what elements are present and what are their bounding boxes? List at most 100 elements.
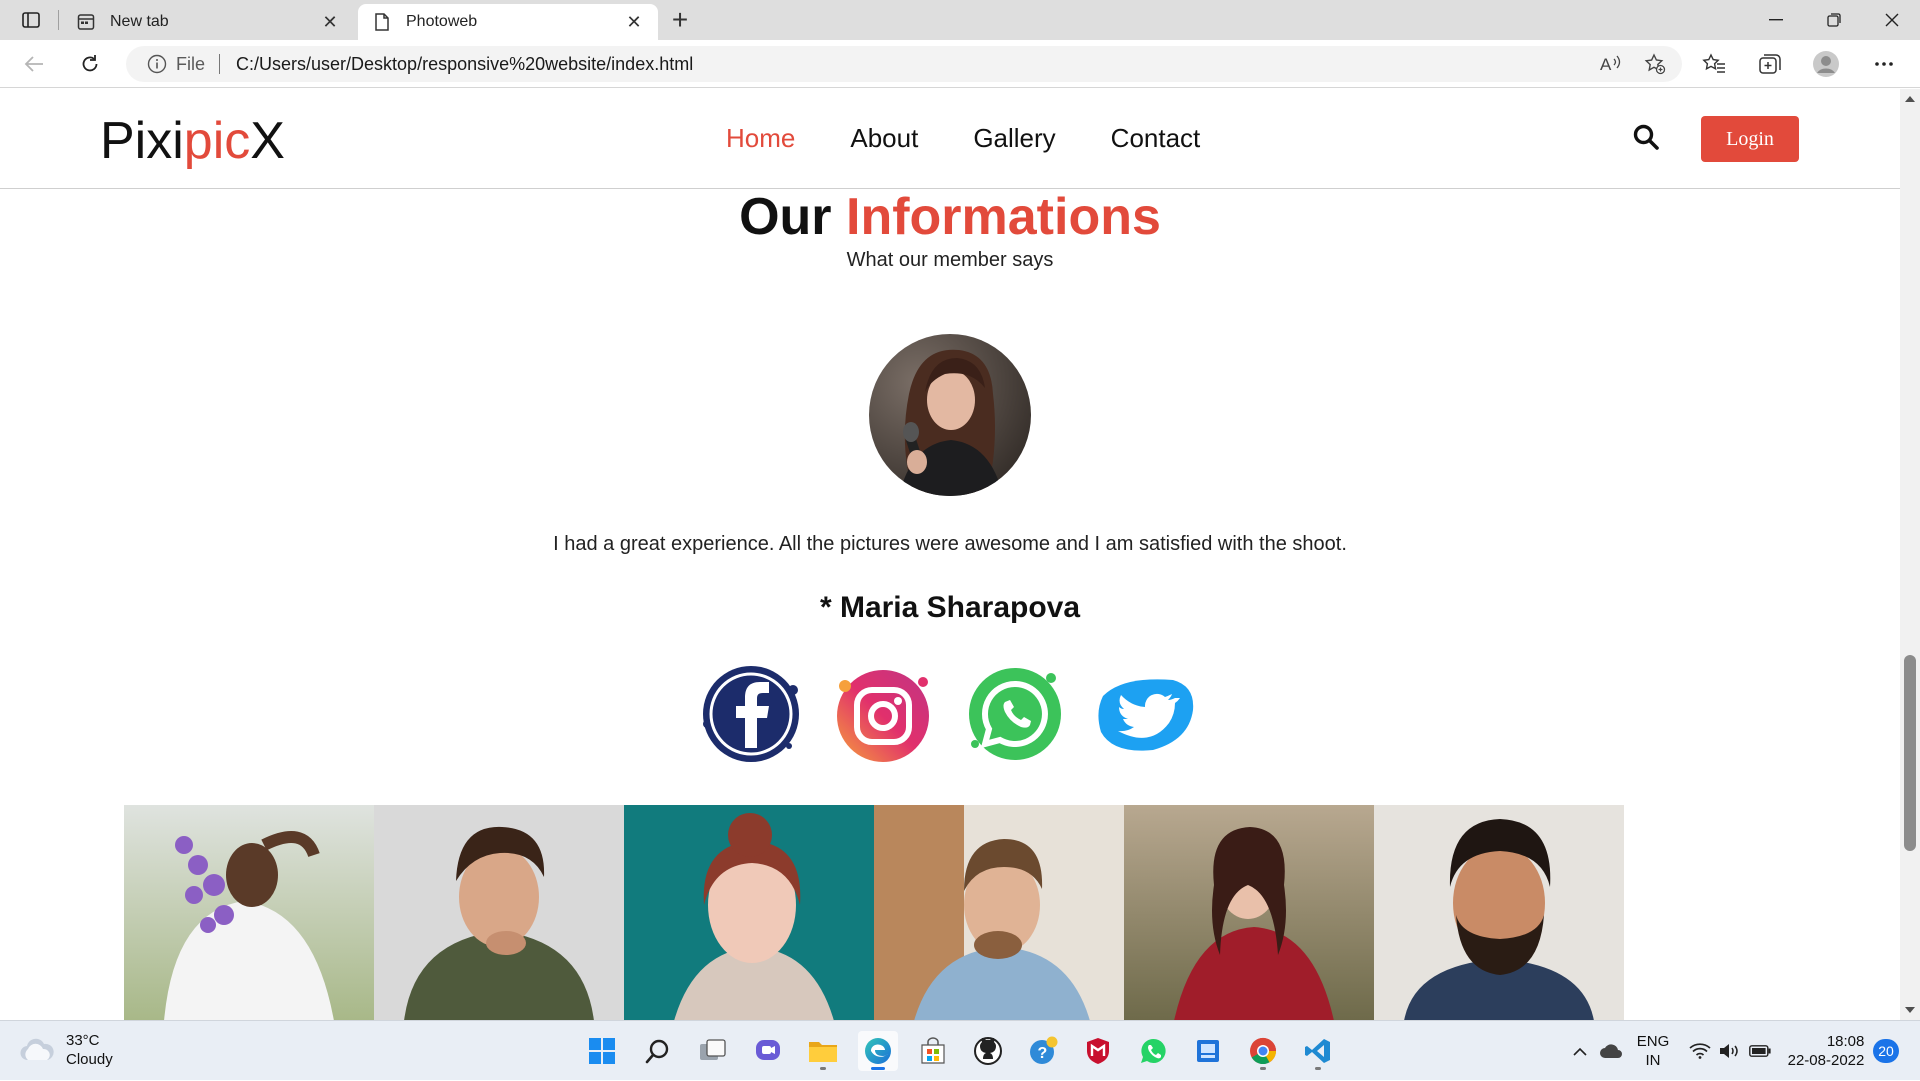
new-tab-page-icon (76, 12, 96, 32)
help-badge-icon: ? (1030, 1036, 1058, 1064)
logo-part: Pixi (100, 112, 184, 170)
wifi-icon[interactable] (1686, 1021, 1714, 1081)
shield-icon (1087, 1038, 1109, 1064)
gallery-photo[interactable] (624, 805, 874, 1020)
volume-icon[interactable] (1716, 1021, 1744, 1081)
file-explorer-button[interactable] (803, 1031, 843, 1071)
close-icon (1885, 13, 1899, 27)
weather-text: 33°C Cloudy (66, 1031, 113, 1069)
input-language-indicator[interactable]: ENG IN (1632, 1021, 1674, 1081)
restore-button[interactable] (1806, 0, 1862, 40)
whatsapp-taskbar-button[interactable] (1133, 1031, 1173, 1071)
taskbar-app-button[interactable] (1188, 1031, 1228, 1071)
task-view-button[interactable] (693, 1031, 733, 1071)
gallery-photo[interactable] (874, 805, 1124, 1020)
onedrive-icon[interactable] (1596, 1021, 1626, 1081)
site-navbar: PixipicX Home About Gallery Contact Logi… (0, 89, 1900, 189)
edge-icon (865, 1038, 891, 1064)
tab-separator (58, 10, 59, 30)
url-text[interactable]: C:/Users/user/Desktop/responsive%20websi… (236, 54, 1594, 75)
close-icon[interactable]: ✕ (624, 12, 644, 32)
title-accent-part: Informations (846, 188, 1161, 246)
profile-button[interactable] (1808, 48, 1844, 80)
minimize-button[interactable] (1748, 0, 1804, 40)
battery-icon[interactable] (1746, 1021, 1774, 1081)
tab-new-tab[interactable]: New tab ✕ (62, 4, 354, 40)
nav-contact[interactable]: Contact (1111, 123, 1201, 154)
windows-logo-icon (589, 1038, 615, 1064)
site-logo[interactable]: PixipicX (100, 111, 285, 171)
omnibox-divider (219, 54, 221, 74)
gallery-photo[interactable] (374, 805, 624, 1020)
facebook-icon[interactable] (693, 656, 809, 772)
address-bar[interactable]: File C:/Users/user/Desktop/responsive%20… (126, 46, 1682, 82)
start-button[interactable] (582, 1031, 622, 1071)
clock[interactable]: 18:08 22-08-2022 (1782, 1021, 1870, 1081)
nav-about[interactable]: About (850, 123, 918, 154)
info-icon[interactable] (146, 53, 168, 75)
running-indicator (1315, 1067, 1321, 1070)
scheme-label: File (176, 53, 206, 74)
gallery-photo[interactable] (1374, 805, 1624, 1020)
refresh-button[interactable] (72, 48, 108, 80)
cloud-icon (20, 1038, 54, 1061)
scroll-down-icon[interactable] (1900, 1002, 1920, 1018)
teams-chat-button[interactable] (748, 1031, 788, 1071)
taskbar: 33°C Cloudy ? ENG IN 18:08 22-08-2022 20 (0, 1020, 1920, 1080)
social-links (693, 656, 1213, 772)
settings-menu-button[interactable] (1866, 48, 1902, 80)
collections-icon (1759, 54, 1781, 74)
chrome-button[interactable] (1243, 1031, 1283, 1071)
close-window-button[interactable] (1864, 0, 1920, 40)
page-scrollbar[interactable] (1900, 89, 1920, 1020)
show-hidden-icons-button[interactable] (1568, 1021, 1592, 1081)
vscode-button[interactable] (1298, 1031, 1338, 1071)
section-title: Our Informations (0, 187, 1900, 247)
mcafee-button[interactable] (1078, 1031, 1118, 1071)
browser-tab-strip: New tab ✕ Photoweb ✕ + (0, 0, 1920, 40)
nav-home[interactable]: Home (726, 123, 795, 154)
search-icon (645, 1039, 669, 1064)
nav-gallery[interactable]: Gallery (973, 123, 1055, 154)
edge-browser-button[interactable] (858, 1031, 898, 1071)
instagram-icon[interactable] (825, 656, 941, 772)
weather-widget[interactable]: 33°C Cloudy (20, 1031, 113, 1069)
gallery-photo[interactable] (1124, 805, 1374, 1020)
read-aloud-icon[interactable]: A (1594, 49, 1628, 79)
lang-code: ENG (1636, 1033, 1670, 1050)
section-subtitle: What our member says (846, 249, 1054, 271)
vscode-icon (1305, 1039, 1330, 1063)
search-taskbar-button[interactable] (638, 1031, 678, 1071)
add-favorite-icon[interactable] (1638, 49, 1672, 79)
clock-time: 18:08 (1826, 1033, 1865, 1050)
logo-part: X (250, 112, 285, 170)
back-button[interactable] (16, 48, 52, 80)
favorites-button[interactable] (1696, 48, 1732, 80)
task-view-icon (700, 1039, 726, 1060)
title-part: Our (739, 188, 832, 246)
scrollbar-thumb[interactable] (1904, 655, 1916, 851)
tips-button[interactable]: ? (1023, 1031, 1063, 1071)
github-icon (974, 1037, 1002, 1065)
tab-actions-button[interactable] (14, 8, 48, 32)
twitter-icon[interactable] (1089, 656, 1205, 772)
whatsapp-icon[interactable] (957, 656, 1073, 772)
github-button[interactable] (968, 1031, 1008, 1071)
new-tab-button[interactable]: + (665, 6, 695, 36)
search-icon[interactable] (1632, 123, 1662, 153)
chat-icon (756, 1040, 780, 1060)
folder-icon (809, 1042, 837, 1062)
notification-count-badge[interactable]: 20 (1873, 1039, 1899, 1063)
close-icon[interactable]: ✕ (320, 12, 340, 32)
collections-button[interactable] (1752, 48, 1788, 80)
restore-icon (1827, 13, 1841, 27)
chrome-icon (1250, 1037, 1277, 1065)
gallery-photo[interactable] (124, 805, 374, 1020)
microsoft-store-button[interactable] (913, 1031, 953, 1071)
login-button[interactable]: Login (1701, 116, 1799, 162)
running-indicator (871, 1067, 885, 1070)
scroll-up-icon[interactable] (1900, 91, 1920, 107)
photo-gallery-strip (124, 805, 1624, 1020)
tab-photoweb[interactable]: Photoweb ✕ (358, 4, 658, 40)
clock-date: 22-08-2022 (1787, 1052, 1865, 1069)
